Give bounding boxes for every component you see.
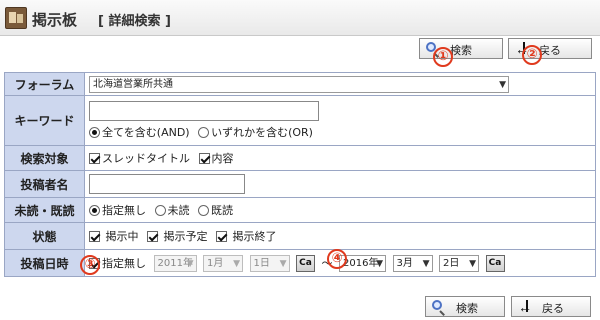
keyword-label: キーワード [4, 95, 85, 146]
to-month-select[interactable]: 3月 ▼ [392, 254, 433, 272]
state-row: 状態 掲示中 掲示予定 掲示終了 [4, 222, 596, 250]
forum-row: フォーラム 北海道営業所共通 ▼ [4, 72, 596, 96]
bulletin-board-icon [5, 7, 27, 29]
back-button-top[interactable]: ← 戻る [508, 38, 592, 59]
callout-badge-no-date: ③ [80, 255, 100, 275]
state-label: 状態 [4, 222, 85, 250]
state-ended-checkbox[interactable]: 掲示終了 [216, 228, 277, 244]
search-button-bottom[interactable]: 検索 [425, 296, 505, 317]
from-day-select[interactable]: 1日 ▼ [249, 254, 290, 272]
state-active-checkbox[interactable]: 掲示中 [89, 228, 139, 244]
back-arrow-icon: ← [518, 299, 532, 315]
keyword-and-radio[interactable]: 全てを含む(AND) [89, 124, 190, 140]
target-row: 検索対象 スレッドタイトル 内容 [4, 145, 596, 171]
target-label: 検索対象 [4, 145, 85, 171]
from-year-select[interactable]: 2011年 ▼ [153, 254, 197, 272]
search-icon [432, 300, 446, 316]
callout-badge-back: ② [522, 45, 542, 65]
search-button-top[interactable]: 検索 [419, 38, 503, 59]
chevron-down-icon: ▼ [376, 258, 383, 269]
author-label: 投稿者名 [4, 170, 85, 198]
forum-select[interactable]: 北海道営業所共通 ▼ [89, 75, 509, 93]
date-label: 投稿日時 [4, 249, 85, 277]
read-row: 未読・既読 指定無し 未読 既読 [4, 197, 596, 223]
chevron-down-icon: ▼ [422, 258, 430, 269]
page-subtitle: [ 詳細検索 ] [98, 14, 171, 29]
chevron-down-icon: ▼ [499, 79, 506, 90]
read-unread-radio[interactable]: 未読 [154, 202, 190, 218]
to-calendar-button[interactable]: Ca [485, 254, 505, 272]
author-row: 投稿者名 [4, 170, 596, 198]
title-bar: 掲示板 [ 詳細検索 ] [0, 0, 600, 36]
page-title: 掲示板 [32, 11, 78, 29]
from-month-select[interactable]: 1月 ▼ [203, 254, 243, 272]
to-day-select[interactable]: 2日 ▼ [439, 254, 479, 272]
chevron-down-icon: ▼ [279, 258, 287, 269]
chevron-down-icon: ▼ [469, 258, 476, 269]
read-none-radio[interactable]: 指定無し [89, 202, 146, 218]
back-button-bottom[interactable]: ← 戻る [511, 296, 591, 317]
forum-label: フォーラム [4, 72, 85, 96]
chevron-down-icon: ▼ [233, 258, 240, 269]
target-title-checkbox[interactable]: スレッドタイトル [89, 150, 190, 166]
chevron-down-icon: ▼ [186, 258, 194, 269]
read-label: 未読・既読 [4, 197, 85, 223]
keyword-input[interactable] [89, 101, 319, 121]
callout-badge-calendar: ④ [327, 249, 347, 269]
keyword-or-radio[interactable]: いずれかを含む(OR) [198, 124, 313, 140]
callout-badge-search: ① [433, 47, 453, 67]
keyword-row: キーワード 全てを含む(AND) いずれかを含む(OR) [4, 95, 596, 146]
state-scheduled-checkbox[interactable]: 掲示予定 [147, 228, 208, 244]
author-input[interactable] [89, 174, 245, 194]
read-read-radio[interactable]: 既読 [198, 202, 233, 218]
target-body-checkbox[interactable]: 内容 [198, 150, 234, 166]
from-calendar-button[interactable]: Ca [296, 254, 315, 272]
search-form: フォーラム 北海道営業所共通 ▼ キーワード 全てを含む(AND) いずれかを含… [4, 72, 596, 277]
